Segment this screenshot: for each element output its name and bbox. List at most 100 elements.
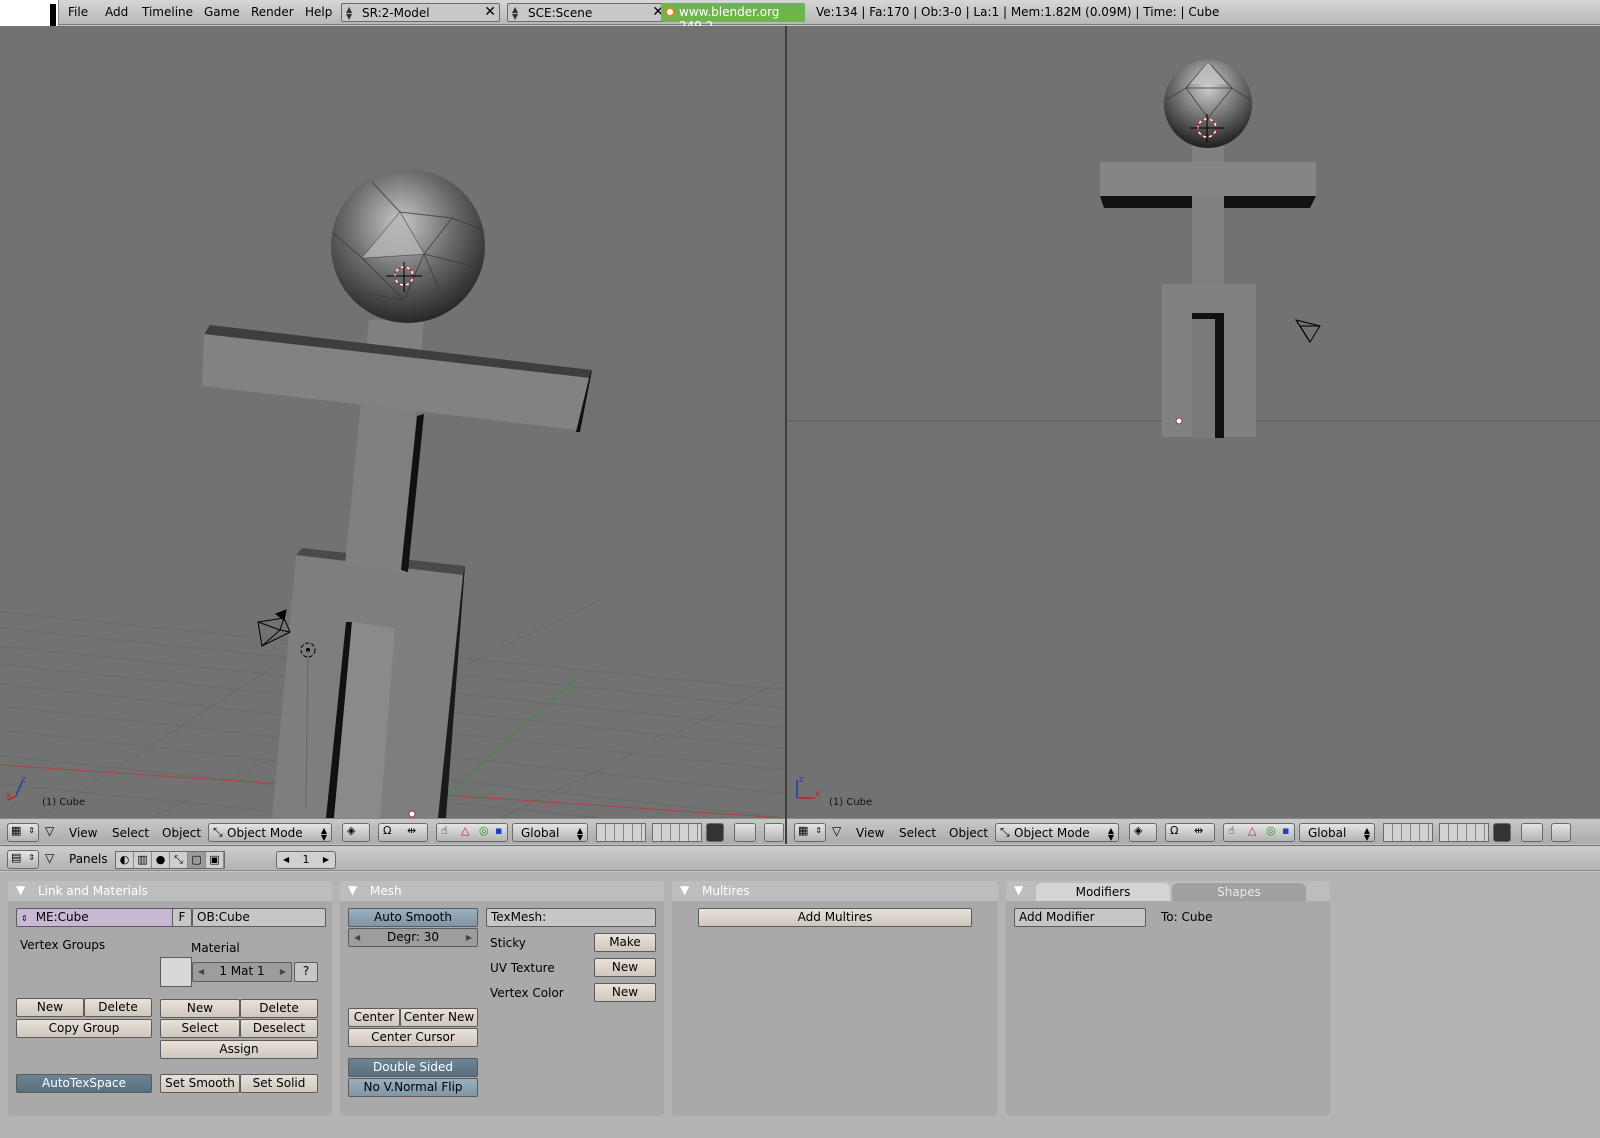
sticky-make-button[interactable]: Make: [594, 933, 656, 952]
frame-number-field[interactable]: ◀ 1 ▶: [276, 851, 336, 869]
menu-view[interactable]: View: [69, 826, 97, 840]
scene-icon[interactable]: ▣: [206, 852, 224, 868]
layer-buttons-2[interactable]: [652, 823, 702, 842]
center-button[interactable]: Center: [348, 1008, 400, 1027]
collapse-menu-icon[interactable]: ▽: [832, 824, 841, 838]
panel-header[interactable]: ▼ Link and Materials: [8, 881, 332, 901]
screen-selector[interactable]: ▲ ▼ SR:2-Model ✕: [341, 3, 500, 22]
fake-user-button[interactable]: F: [172, 908, 192, 927]
render-icon[interactable]: [1551, 823, 1571, 842]
manipulator-buttons[interactable]: ☝ △ ◎ ▪: [436, 823, 508, 842]
rotate-icon[interactable]: ◎: [479, 824, 489, 837]
material-help-button[interactable]: ?: [294, 962, 318, 982]
menu-timeline[interactable]: Timeline: [142, 5, 193, 19]
material-select-button[interactable]: Select: [160, 1019, 240, 1038]
mode-select[interactable]: ⤡ Object Mode ▲ ▼: [995, 823, 1119, 842]
context-tabs[interactable]: ◐ ▥ ● ⤡ ▢ ▣: [115, 851, 225, 869]
tab-modifiers[interactable]: Modifiers: [1036, 883, 1170, 901]
scene-selector[interactable]: ▲ ▼ SCE:Scene ✕: [507, 3, 668, 22]
object-icon[interactable]: ⤡: [170, 852, 188, 868]
collapse-triangle-icon[interactable]: ▼: [16, 883, 25, 897]
editor-type-button[interactable]: ▦ ⇕: [7, 823, 39, 842]
no-vnormal-flip-toggle[interactable]: No V.Normal Flip: [348, 1078, 478, 1097]
menu-object[interactable]: Object: [162, 826, 201, 840]
menu-object[interactable]: Object: [949, 826, 988, 840]
editor-type-button[interactable]: ▦ ⇕: [794, 823, 826, 842]
collapse-triangle-icon[interactable]: ▼: [348, 883, 357, 897]
menu-view[interactable]: View: [856, 826, 884, 840]
hand-icon[interactable]: ☝: [441, 824, 448, 837]
editing-icon[interactable]: ▢: [188, 852, 206, 868]
add-modifier-button[interactable]: Add Modifier: [1014, 908, 1146, 927]
menu-select[interactable]: Select: [899, 826, 936, 840]
material-assign-button[interactable]: Assign: [160, 1040, 318, 1059]
panel-header[interactable]: ▼ Multires: [672, 881, 998, 901]
scale-icon[interactable]: ▪: [495, 824, 502, 837]
set-solid-button[interactable]: Set Solid: [240, 1074, 318, 1093]
link-icon[interactable]: [1521, 823, 1543, 842]
menu-select[interactable]: Select: [112, 826, 149, 840]
autotexspace-toggle[interactable]: AutoTexSpace: [16, 1074, 152, 1093]
logic-icon[interactable]: ◐: [116, 852, 134, 868]
auto-smooth-toggle[interactable]: Auto Smooth: [348, 908, 478, 927]
auto-smooth-degrees-field[interactable]: ◀ Degr: 30 ▶: [348, 928, 478, 947]
right-arrow-icon[interactable]: ▶: [323, 852, 329, 868]
material-deselect-button[interactable]: Deselect: [240, 1019, 318, 1038]
set-smooth-button[interactable]: Set Smooth: [160, 1074, 240, 1093]
mode-select[interactable]: ⤡ Object Mode ▲ ▼: [208, 823, 332, 842]
collapse-triangle-icon[interactable]: ▼: [1014, 883, 1023, 897]
mesh-name-field[interactable]: ⇕ ME:Cube: [16, 908, 174, 927]
manipulator-buttons[interactable]: ☝ △ ◎ ▪: [1223, 823, 1295, 842]
scale-icon[interactable]: ▪: [1282, 824, 1289, 837]
editor-type-button[interactable]: ▤ ⇕: [7, 850, 39, 869]
pivot-button[interactable]: Ω ⇹: [378, 823, 428, 842]
material-color-swatch[interactable]: [160, 957, 192, 987]
screen-name[interactable]: SR:2-Model: [362, 6, 430, 20]
vertex-color-new-button[interactable]: New: [594, 983, 656, 1002]
menu-render[interactable]: Render: [251, 5, 294, 19]
left-arrow-icon[interactable]: ◀: [283, 852, 289, 868]
3d-viewport-perspective[interactable]: z x (1) Cube: [0, 26, 785, 818]
material-new-button[interactable]: New: [160, 999, 240, 1018]
collapse-menu-icon[interactable]: ▽: [45, 851, 54, 865]
close-icon[interactable]: ✕: [484, 4, 496, 20]
menu-add[interactable]: Add: [105, 5, 128, 19]
collapse-triangle-icon[interactable]: ▼: [680, 883, 689, 897]
link-icon[interactable]: [734, 823, 756, 842]
panel-header[interactable]: ▼ Mesh: [340, 881, 664, 901]
copy-group-button[interactable]: Copy Group: [16, 1019, 152, 1038]
draw-type-button[interactable]: ◈: [1129, 823, 1157, 842]
vertex-group-new-button[interactable]: New: [16, 998, 84, 1017]
texmesh-field[interactable]: TexMesh:: [486, 908, 656, 927]
material-index-field[interactable]: ◀ 1 Mat 1 ▶: [192, 962, 292, 982]
uv-texture-new-button[interactable]: New: [594, 958, 656, 977]
lock-icon[interactable]: [1493, 823, 1511, 842]
lock-icon[interactable]: [706, 823, 724, 842]
layer-buttons-1[interactable]: [596, 823, 646, 842]
object-name-field[interactable]: OB:Cube: [192, 908, 326, 927]
panels-menu[interactable]: Panels: [69, 852, 108, 866]
orientation-select[interactable]: Global ▲ ▼: [512, 823, 588, 842]
pivot-button[interactable]: Ω ⇹: [1165, 823, 1215, 842]
tab-shapes[interactable]: Shapes: [1172, 883, 1306, 901]
rotate-icon[interactable]: ◎: [1266, 824, 1276, 837]
3d-viewport-front[interactable]: z x (1) Cube: [787, 26, 1600, 818]
collapse-menu-icon[interactable]: ▽: [45, 824, 54, 838]
add-multires-button[interactable]: Add Multires: [698, 908, 972, 927]
render-icon[interactable]: [764, 823, 784, 842]
script-icon[interactable]: ▥: [134, 852, 152, 868]
scene-name[interactable]: SCE:Scene: [528, 6, 592, 20]
center-new-button[interactable]: Center New: [400, 1008, 478, 1027]
layer-buttons-1[interactable]: [1383, 823, 1433, 842]
draw-type-button[interactable]: ◈: [342, 823, 370, 842]
menu-help[interactable]: Help: [305, 5, 332, 19]
center-cursor-button[interactable]: Center Cursor: [348, 1028, 478, 1047]
menu-file[interactable]: File: [68, 5, 88, 19]
layer-buttons-2[interactable]: [1439, 823, 1489, 842]
translate-icon[interactable]: △: [1248, 824, 1256, 837]
shading-icon[interactable]: ●: [152, 852, 170, 868]
menu-game[interactable]: Game: [204, 5, 240, 19]
material-delete-button[interactable]: Delete: [240, 999, 318, 1018]
orientation-select[interactable]: Global ▲ ▼: [1299, 823, 1375, 842]
double-sided-toggle[interactable]: Double Sided: [348, 1058, 478, 1077]
